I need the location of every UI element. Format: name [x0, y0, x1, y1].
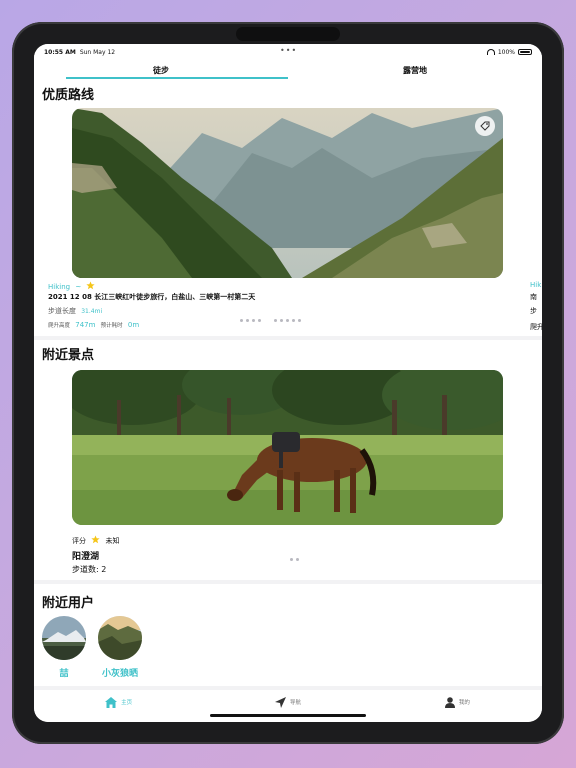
battery-icon	[518, 49, 532, 55]
routes-section: 优质路线 Hiking ~ 2021 12 08 长江三峡红叶徒步旅行，白盐山、…	[34, 80, 542, 336]
tag-button[interactable]	[475, 116, 495, 136]
user-avatar-image	[42, 616, 86, 660]
tab-navigation[interactable]: 导航	[203, 690, 372, 722]
star-icon	[91, 535, 100, 544]
star-icon	[86, 281, 96, 290]
app-screen: 10:55 AM Sun May 12 ••• 100% 徒步 露营地 优质路线	[34, 44, 542, 722]
route-activity-separator: ~	[75, 283, 82, 291]
status-date: Sun May 12	[79, 48, 116, 56]
route-description: 2021 12 08 长江三峡红叶徒步旅行，白盐山、三峡第一村第二天	[48, 293, 256, 301]
tab-home-label: 主页	[121, 700, 133, 706]
routes-title: 优质路线	[42, 88, 95, 103]
pager-dot	[296, 558, 299, 561]
spot-name: 阳澄湖	[72, 552, 100, 562]
status-bar: 10:55 AM Sun May 12 ••• 100%	[34, 44, 542, 60]
tab-profile-label: 我的	[458, 700, 470, 706]
multitask-dots-icon[interactable]: •••	[280, 46, 297, 55]
battery-percent: 100%	[497, 48, 515, 56]
route-length: 步道长度 31.4mi	[48, 306, 102, 316]
home-icon	[105, 696, 118, 708]
route-photo[interactable]	[72, 108, 503, 278]
pager-dot	[298, 319, 301, 322]
horse-meadow-image	[72, 370, 503, 525]
user-avatar[interactable]	[42, 616, 86, 660]
next-route-length[interactable]: 步	[530, 306, 537, 316]
routes-pager[interactable]	[240, 319, 301, 322]
route-activity-label: Hiking	[48, 283, 71, 291]
route-time-label: 预计耗时	[100, 323, 123, 329]
next-route-activity[interactable]: Hik	[530, 281, 541, 289]
spots-pager[interactable]	[290, 558, 299, 561]
spot-trail-count: 步道数: 2	[72, 565, 107, 574]
nearby-spots-title: 附近景点	[42, 348, 95, 363]
nearby-spots-section: 附近景点 评分 未知 阳澄湖 步道数: 2	[34, 340, 542, 580]
status-time: 10:55 AM	[44, 48, 76, 56]
spot-rating-label: 评分	[72, 537, 86, 545]
user-avatar-image	[98, 616, 142, 660]
pager-dot	[246, 319, 249, 322]
tag-icon	[480, 121, 490, 131]
route-elevation-value: 747m	[75, 321, 96, 329]
route-length-value: 31.4mi	[81, 308, 103, 315]
person-icon	[444, 696, 455, 708]
top-tabs: 徒步 露营地	[34, 60, 542, 80]
tab-navigation-label: 导航	[289, 700, 301, 706]
pager-dot	[252, 319, 255, 322]
nearby-users-title: 附近用户	[42, 596, 95, 611]
user-avatar[interactable]	[98, 616, 142, 660]
tab-home[interactable]: 主页	[34, 690, 203, 722]
pager-dot	[290, 558, 293, 561]
route-elevation-label: 爬升高度	[48, 323, 71, 329]
navigation-arrow-icon	[274, 696, 286, 708]
pager-dot	[292, 319, 295, 322]
route-length-label: 步道长度	[48, 307, 76, 315]
spot-rating: 评分 未知	[72, 535, 119, 546]
route-stats: 爬升高度 747m 预计耗时 0m	[48, 321, 139, 329]
spot-photo[interactable]	[72, 370, 503, 525]
route-activity: Hiking ~	[48, 281, 96, 291]
route-time-value: 0m	[127, 321, 140, 329]
user-name[interactable]: 喆	[42, 666, 86, 679]
next-route-elevation[interactable]: 爬升	[530, 322, 542, 332]
nearby-users-section: 附近用户 喆 小灰狼晒	[34, 584, 542, 686]
pager-dot	[280, 319, 283, 322]
wifi-icon	[486, 49, 495, 55]
pager-dot	[258, 319, 261, 322]
home-indicator[interactable]	[210, 714, 366, 717]
pager-dot	[240, 319, 243, 322]
tab-profile[interactable]: 我的	[373, 690, 542, 722]
pager-dot	[274, 319, 277, 322]
tab-hiking[interactable]: 徒步	[34, 60, 288, 80]
next-route-desc[interactable]: 南	[530, 292, 537, 302]
status-right: 100%	[486, 48, 532, 56]
pager-dot	[286, 319, 289, 322]
spot-rating-value: 未知	[105, 537, 120, 545]
user-name[interactable]: 小灰狼晒	[94, 666, 146, 679]
bottom-tab-bar: 主页 导航 我的	[34, 690, 542, 722]
mountain-landscape-image	[72, 108, 503, 278]
tab-campsite[interactable]: 露营地	[288, 60, 542, 80]
camera-notch	[236, 27, 340, 41]
